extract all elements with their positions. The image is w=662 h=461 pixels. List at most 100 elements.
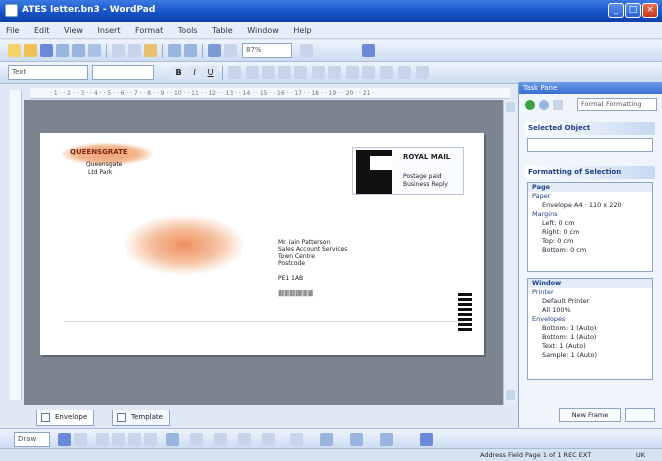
selected-object-field[interactable] [527, 138, 653, 152]
italic-button[interactable]: I [188, 66, 201, 79]
rotate-icon[interactable] [74, 433, 87, 446]
undo-icon[interactable] [168, 44, 181, 57]
style-combo[interactable]: Text [8, 65, 88, 80]
page-icon [41, 413, 50, 422]
minimize-button[interactable]: _ [608, 3, 624, 18]
app-icon[interactable] [5, 4, 18, 17]
vertical-ruler[interactable] [10, 90, 22, 400]
line-spacing-icon[interactable] [416, 66, 429, 79]
justify-icon[interactable] [294, 66, 307, 79]
extrusion-icon[interactable] [380, 433, 393, 446]
menu-tools[interactable]: Tools [172, 22, 204, 39]
menu-edit[interactable]: Edit [28, 22, 56, 39]
page-line-1: Paper [532, 192, 551, 200]
align-left-icon[interactable] [246, 66, 259, 79]
table-icon[interactable] [208, 44, 221, 57]
menu-help[interactable]: Help [287, 22, 317, 39]
page-line-4[interactable]: Left: 0 cm [528, 219, 652, 228]
maximize-button[interactable]: □ [625, 3, 641, 18]
help-icon[interactable] [300, 44, 313, 57]
drawbar-options-icon[interactable] [420, 433, 433, 446]
envelope-page[interactable]: QUEENSGRATE Queensgate Ltd Park ROYAL MA… [40, 133, 484, 355]
recipient-address[interactable]: Mr. Iain Patterson Sales Account Service… [278, 239, 347, 297]
textbox-icon[interactable] [166, 433, 179, 446]
window-heading[interactable]: Window [528, 279, 652, 288]
forward-icon[interactable] [539, 100, 549, 110]
fill-color-icon[interactable] [214, 433, 227, 446]
bold-button[interactable]: B [172, 66, 185, 79]
selected-object-heading[interactable]: Selected Object [525, 122, 655, 135]
menu-view[interactable]: View [58, 22, 89, 39]
copy-icon[interactable] [128, 44, 141, 57]
scroll-up-icon[interactable] [506, 102, 515, 112]
print-icon[interactable] [56, 44, 69, 57]
page-line-5[interactable]: Right: 0 cm [528, 228, 652, 237]
page-line-7[interactable]: Bottom: 0 cm [528, 246, 652, 255]
new-frame-button[interactable]: New Frame [559, 408, 621, 422]
line-icon[interactable] [96, 433, 109, 446]
open-icon[interactable] [24, 44, 37, 57]
redo-icon[interactable] [184, 44, 197, 57]
align-objects-icon[interactable] [290, 433, 303, 446]
highlight-icon[interactable] [398, 66, 411, 79]
task-pane-dropdown[interactable]: Format Formatting [577, 98, 657, 111]
horizontal-ruler[interactable]: · 1 · · 2 · · 3 · · 4 · · 5 · · 6 · · 7 … [30, 88, 510, 99]
menu-format[interactable]: Format [129, 22, 169, 39]
menu-insert[interactable]: Insert [92, 22, 127, 39]
window-line-8[interactable]: Sample: 1 (Auto) [528, 351, 652, 360]
shadow-icon[interactable] [262, 433, 275, 446]
new-icon[interactable] [8, 44, 21, 57]
postage-frame: ROYAL MAIL Postage paid Business Reply [352, 147, 464, 195]
formatting-heading[interactable]: Formatting of Selection [525, 166, 655, 179]
draw-menu[interactable]: Draw [14, 432, 50, 447]
underline-button[interactable]: U [204, 66, 217, 79]
paste-icon[interactable] [144, 44, 157, 57]
window-line-2[interactable]: Default Printer [528, 297, 652, 306]
postal-barcode-icon [458, 293, 472, 333]
spell-icon[interactable] [88, 44, 101, 57]
line-color-icon[interactable] [238, 433, 251, 446]
back-icon[interactable] [525, 100, 535, 110]
close-button[interactable]: × [642, 3, 658, 18]
tab-template[interactable]: Template [112, 410, 170, 426]
window-line-3[interactable]: All 100% [528, 306, 652, 315]
menu-file[interactable]: File [0, 22, 25, 39]
zoom-combo[interactable]: 87% [242, 43, 292, 58]
language-indicator[interactable]: UK [636, 449, 645, 461]
page-line-2[interactable]: Envelope A4 · 110 x 220 [528, 201, 652, 210]
page-heading[interactable]: Page [528, 183, 652, 192]
arrow-icon[interactable] [112, 433, 125, 446]
border-icon[interactable] [380, 66, 393, 79]
page-line-6[interactable]: Top: 0 cm [528, 237, 652, 246]
window-line-6[interactable]: Bottom: 1 (Auto) [528, 333, 652, 342]
bullets-icon[interactable] [328, 66, 341, 79]
columns-icon[interactable] [224, 44, 237, 57]
toolbar-options-icon[interactable] [362, 44, 375, 57]
fontwork-icon[interactable] [350, 433, 363, 446]
save-icon[interactable] [40, 44, 53, 57]
cut-icon[interactable] [112, 44, 125, 57]
menu-window[interactable]: Window [241, 22, 285, 39]
ellipse-icon[interactable] [144, 433, 157, 446]
font-color-icon[interactable] [228, 66, 241, 79]
gallery-icon[interactable] [320, 433, 333, 446]
align-right-icon[interactable] [278, 66, 291, 79]
preview-icon[interactable] [72, 44, 85, 57]
select-arrow-icon[interactable] [58, 433, 71, 446]
pane-options-button[interactable] [625, 408, 655, 422]
align-center-icon[interactable] [262, 66, 275, 79]
scroll-down-icon[interactable] [506, 390, 515, 400]
window-line-5[interactable]: Bottom: 1 (Auto) [528, 324, 652, 333]
home-icon[interactable] [553, 100, 563, 110]
tab-envelope[interactable]: Envelope [36, 410, 95, 426]
vertical-scrollbar[interactable] [503, 100, 517, 405]
indent-icon[interactable] [362, 66, 375, 79]
window-line-7[interactable]: Text: 1 (Auto) [528, 342, 652, 351]
menu-table[interactable]: Table [206, 22, 239, 39]
font-combo[interactable] [92, 65, 154, 80]
numbering-icon[interactable] [312, 66, 325, 79]
status-text: Address Field Page 1 of 1 REC EXT [480, 451, 592, 459]
curve-icon[interactable] [190, 433, 203, 446]
rectangle-icon[interactable] [128, 433, 141, 446]
outdent-icon[interactable] [346, 66, 359, 79]
